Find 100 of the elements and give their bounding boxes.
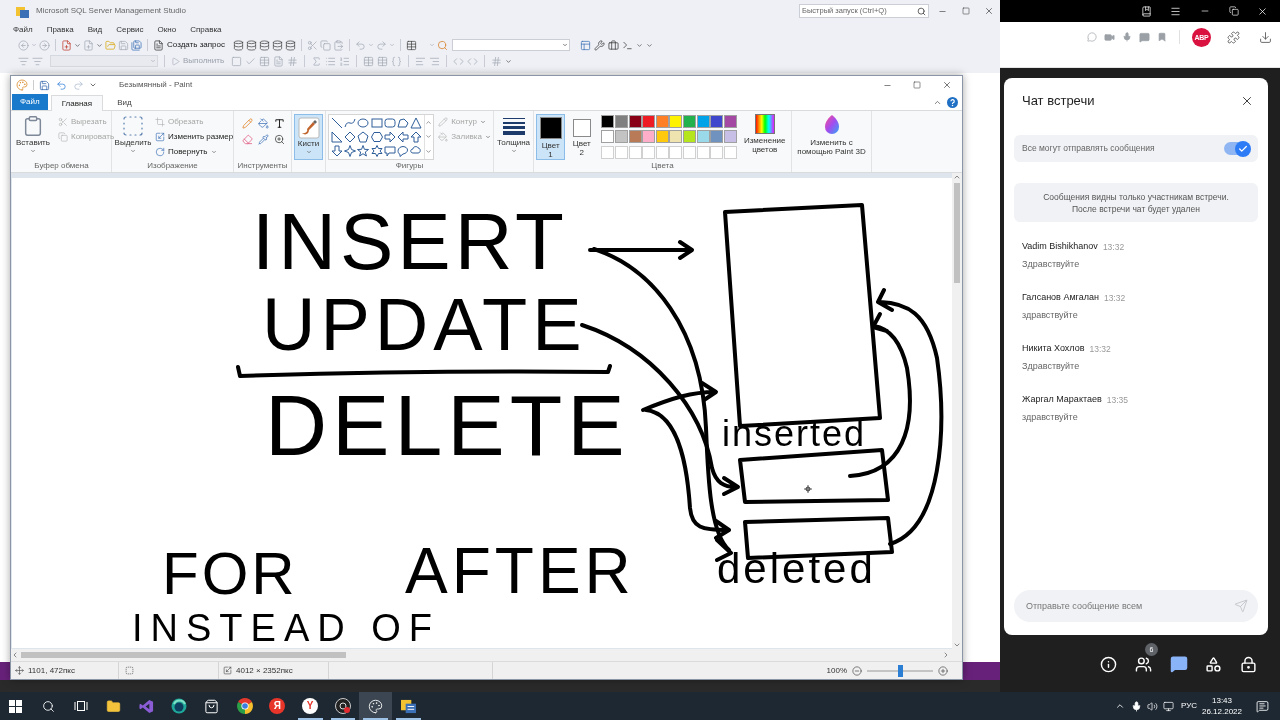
palette-swatch-icon[interactable] [723,130,737,144]
maximize-icon[interactable] [961,7,970,15]
more-shapes-icon[interactable] [425,148,433,156]
database-icon[interactable] [259,39,270,51]
copy-icon[interactable] [320,39,331,51]
search-dropdown[interactable] [452,39,570,51]
chevron-up-icon[interactable] [1115,701,1125,711]
speech-bubble-shape-icon[interactable] [383,145,396,157]
shapes-icon[interactable] [1205,655,1222,673]
resize-icon[interactable] [155,131,165,142]
back-icon[interactable] [18,39,29,51]
diamond-shape-icon[interactable] [344,131,357,143]
paint-bucket-icon[interactable] [258,118,269,129]
people-icon[interactable] [1135,655,1152,673]
filter-icon[interactable] [32,55,43,67]
maximize-icon[interactable] [913,81,921,89]
bookmarks-icon[interactable] [1141,5,1152,17]
four-point-star-shape-icon[interactable] [344,145,357,157]
send-icon[interactable] [1234,599,1248,613]
document-icon[interactable] [153,39,164,51]
curve-shape-icon[interactable] [344,117,357,129]
zoom-slider-thumb[interactable] [897,664,903,677]
sigma-icon[interactable] [311,55,323,67]
toolbox-icon[interactable] [608,39,619,51]
lock-icon[interactable] [1240,655,1257,673]
selection-size-icon[interactable] [125,666,134,675]
redo-icon[interactable] [73,79,84,91]
close-icon[interactable] [1240,94,1254,108]
new-query-button[interactable]: Создать запрос [153,39,225,51]
vertical-scrollbar[interactable] [952,173,962,649]
hexagon-shape-icon[interactable] [370,131,383,143]
file-tab[interactable]: Файл [12,94,48,110]
caret-icon[interactable] [305,149,312,155]
palette-swatch-icon[interactable] [615,115,628,128]
scroll-up-icon[interactable] [425,118,433,126]
caret-icon[interactable] [210,148,217,155]
paint-3d-button[interactable]: Изменить с помощью Paint 3D [794,114,869,156]
speaker-icon[interactable] [1146,700,1158,712]
menu-item[interactable]: Окно [157,23,177,36]
pencil-icon[interactable] [242,118,253,129]
database-icon[interactable] [233,39,244,51]
braces-icon[interactable] [391,55,403,67]
custom-color-slot[interactable] [642,145,656,159]
text-tool-icon[interactable] [274,118,285,129]
chat-icon[interactable] [1169,655,1188,673]
palette-swatch-icon[interactable] [710,115,724,128]
scroll-up-icon[interactable] [953,173,961,181]
cloud-callout-shape-icon[interactable] [410,145,423,157]
pentagon-shape-icon[interactable] [357,131,370,143]
palette-swatch-icon[interactable] [683,115,696,128]
size-button[interactable]: Толщина [496,114,531,154]
edit-colors-button[interactable]: Изменение цветов [740,114,789,160]
up-arrow-shape-icon[interactable] [410,131,423,143]
cut-icon[interactable] [307,39,318,51]
database-icon[interactable] [285,39,296,51]
select-button[interactable]: Выделить [114,114,152,158]
message-icon[interactable] [1139,31,1150,43]
palette-swatch-icon[interactable] [696,130,710,144]
filter-icon[interactable] [18,55,29,67]
search-icon[interactable] [41,699,55,713]
monitor-icon[interactable] [1162,700,1174,712]
scroll-down-icon[interactable] [425,133,433,141]
shopping-bag-icon[interactable] [204,698,220,714]
save-icon[interactable] [118,39,129,51]
window-panel-icon[interactable] [580,39,591,51]
custom-color-slot[interactable] [655,145,669,159]
palette-swatch-icon[interactable] [723,115,737,128]
custom-color-slot[interactable] [723,145,737,159]
paste-button[interactable]: Вставить [14,114,52,154]
new-file-icon[interactable] [61,39,72,51]
bookmark-icon[interactable] [1157,32,1167,42]
puzzle-icon[interactable] [1227,30,1240,44]
resize-button[interactable]: Изменить размер [155,130,234,143]
redo-icon[interactable] [376,39,387,51]
caret-icon[interactable] [89,81,97,89]
ribbon-tab[interactable]: Вид [106,95,143,111]
caret-icon[interactable] [562,42,568,48]
hash-icon[interactable] [491,55,503,67]
rotate-button[interactable]: Повернуть [155,145,234,158]
find-icon[interactable] [437,39,448,51]
check-icon[interactable] [245,55,257,67]
polygon-shape-icon[interactable] [397,117,410,129]
close-icon[interactable] [1257,5,1268,17]
folder-icon[interactable] [106,698,122,714]
hash-icon[interactable] [287,55,299,67]
rounded-rectangle-shape-icon[interactable] [383,117,396,129]
language-indicator[interactable]: РУС [1179,700,1199,712]
scroll-right-icon[interactable] [942,651,950,659]
save-icon[interactable] [39,79,50,91]
ribbon-tab[interactable]: Главная [50,95,104,111]
secondary-color-button[interactable]: Цвет 2 [567,114,597,160]
permission-toggle[interactable] [1224,142,1250,155]
scroll-down-icon[interactable] [953,641,961,649]
cursor-position-icon[interactable] [15,666,24,675]
microphone-icon[interactable] [1130,700,1142,712]
custom-color-slot[interactable] [683,145,696,159]
brushes-button[interactable]: Кисти [294,114,323,160]
paste-icon[interactable] [333,39,344,51]
scroll-left-icon[interactable] [11,651,19,659]
right-arrow-shape-icon[interactable] [383,131,396,143]
